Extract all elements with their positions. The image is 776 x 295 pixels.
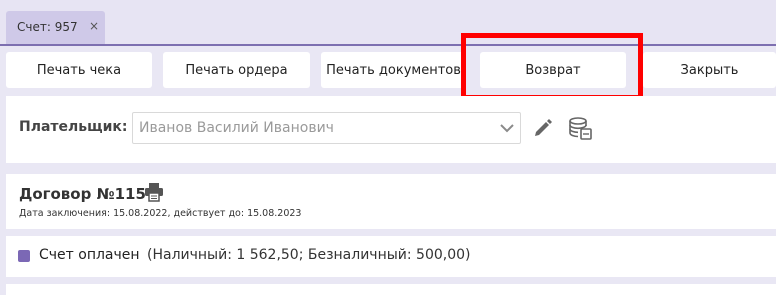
contract-title: Договор №115 <box>19 185 146 203</box>
chevron-down-icon[interactable] <box>498 119 516 137</box>
printer-icon[interactable] <box>143 182 165 202</box>
print-order-button[interactable]: Печать ордера <box>163 52 310 88</box>
payer-value: Иванов Василий Иванович <box>139 120 334 136</box>
close-icon[interactable]: × <box>89 19 99 33</box>
paid-status-label: Счет оплачен <box>39 247 140 263</box>
tab-bar: Счет: 957 × <box>0 0 776 45</box>
payer-label: Плательщик: <box>19 119 128 135</box>
contract-dates: Дата заключения: 15.08.2022, действует д… <box>19 208 302 219</box>
payment-status-panel: Счет оплачен (Наличный: 1 562,50; Безнал… <box>6 236 776 277</box>
payment-details: (Наличный: 1 562,50; Безналичный: 500,00… <box>147 247 471 263</box>
tab-underline <box>0 44 776 46</box>
close-button[interactable]: Закрыть <box>643 52 776 88</box>
database-icon[interactable] <box>567 116 593 142</box>
tab-invoice[interactable]: Счет: 957 × <box>6 11 105 44</box>
return-button[interactable]: Возврат <box>480 52 626 88</box>
tab-label: Счет: 957 <box>17 20 78 34</box>
checkbox-icon[interactable] <box>18 250 30 262</box>
payer-select[interactable]: Иванов Василий Иванович <box>132 112 521 144</box>
print-check-button[interactable]: Печать чека <box>6 52 152 88</box>
contract-panel: Договор №115 Дата заключения: 15.08.2022… <box>6 174 776 229</box>
bottom-panel <box>6 284 776 295</box>
payer-panel: Плательщик: Иванов Василий Иванович <box>6 96 776 163</box>
print-documents-button[interactable]: Печать документов <box>321 52 466 88</box>
pencil-icon[interactable] <box>532 117 554 139</box>
